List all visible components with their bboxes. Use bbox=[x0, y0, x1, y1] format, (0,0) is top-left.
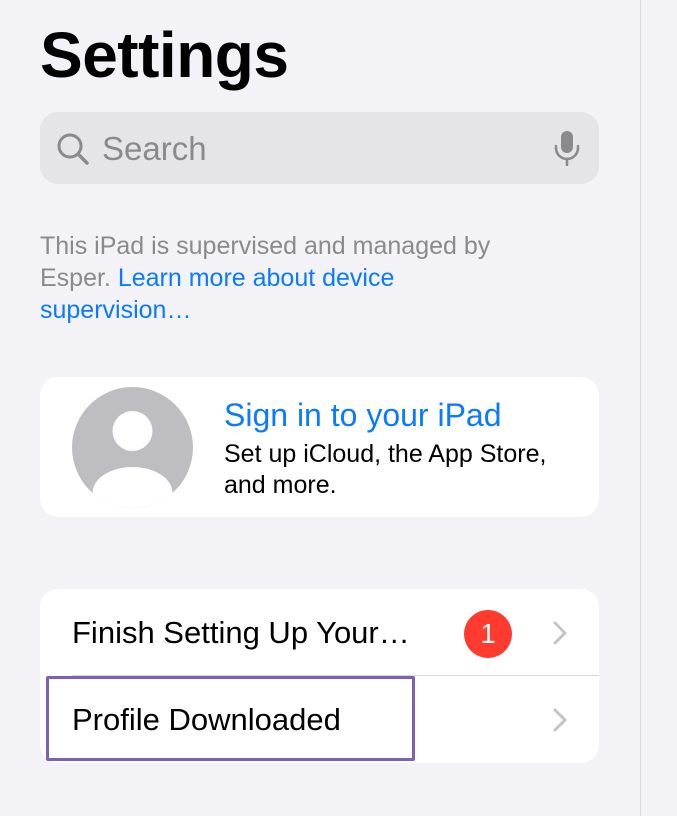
sign-in-subtitle: Set up iCloud, the App Store, and more. bbox=[224, 440, 547, 499]
sign-in-title[interactable]: Sign in to your iPad bbox=[224, 397, 502, 434]
list-item-label: Profile Downloaded bbox=[72, 702, 341, 737]
page-title: Settings bbox=[40, 19, 289, 91]
search-placeholder[interactable]: Search bbox=[102, 130, 207, 168]
avatar bbox=[72, 387, 193, 508]
chevron-right-icon bbox=[553, 708, 567, 732]
notification-badge: 1 bbox=[464, 610, 512, 658]
settings-group: Finish Setting Up Your… 1 Profile Downlo… bbox=[40, 589, 599, 763]
sign-in-card[interactable]: Sign in to your iPad Set up iCloud, the … bbox=[40, 377, 599, 517]
search-field[interactable]: Search bbox=[40, 112, 599, 184]
list-item-label: Finish Setting Up Your… bbox=[72, 615, 410, 650]
settings-sidebar: Settings Search This iPad is supervised … bbox=[0, 0, 677, 816]
split-view-divider bbox=[640, 0, 641, 816]
chevron-right-icon bbox=[553, 621, 567, 645]
person-icon bbox=[92, 411, 173, 508]
microphone-icon[interactable] bbox=[553, 130, 581, 166]
list-item-profile-downloaded[interactable]: Profile Downloaded bbox=[40, 676, 599, 763]
search-icon bbox=[57, 133, 89, 165]
list-item-finish-setup[interactable]: Finish Setting Up Your… 1 bbox=[40, 589, 599, 676]
supervision-notice: This iPad is supervised and managed by E… bbox=[40, 230, 510, 326]
